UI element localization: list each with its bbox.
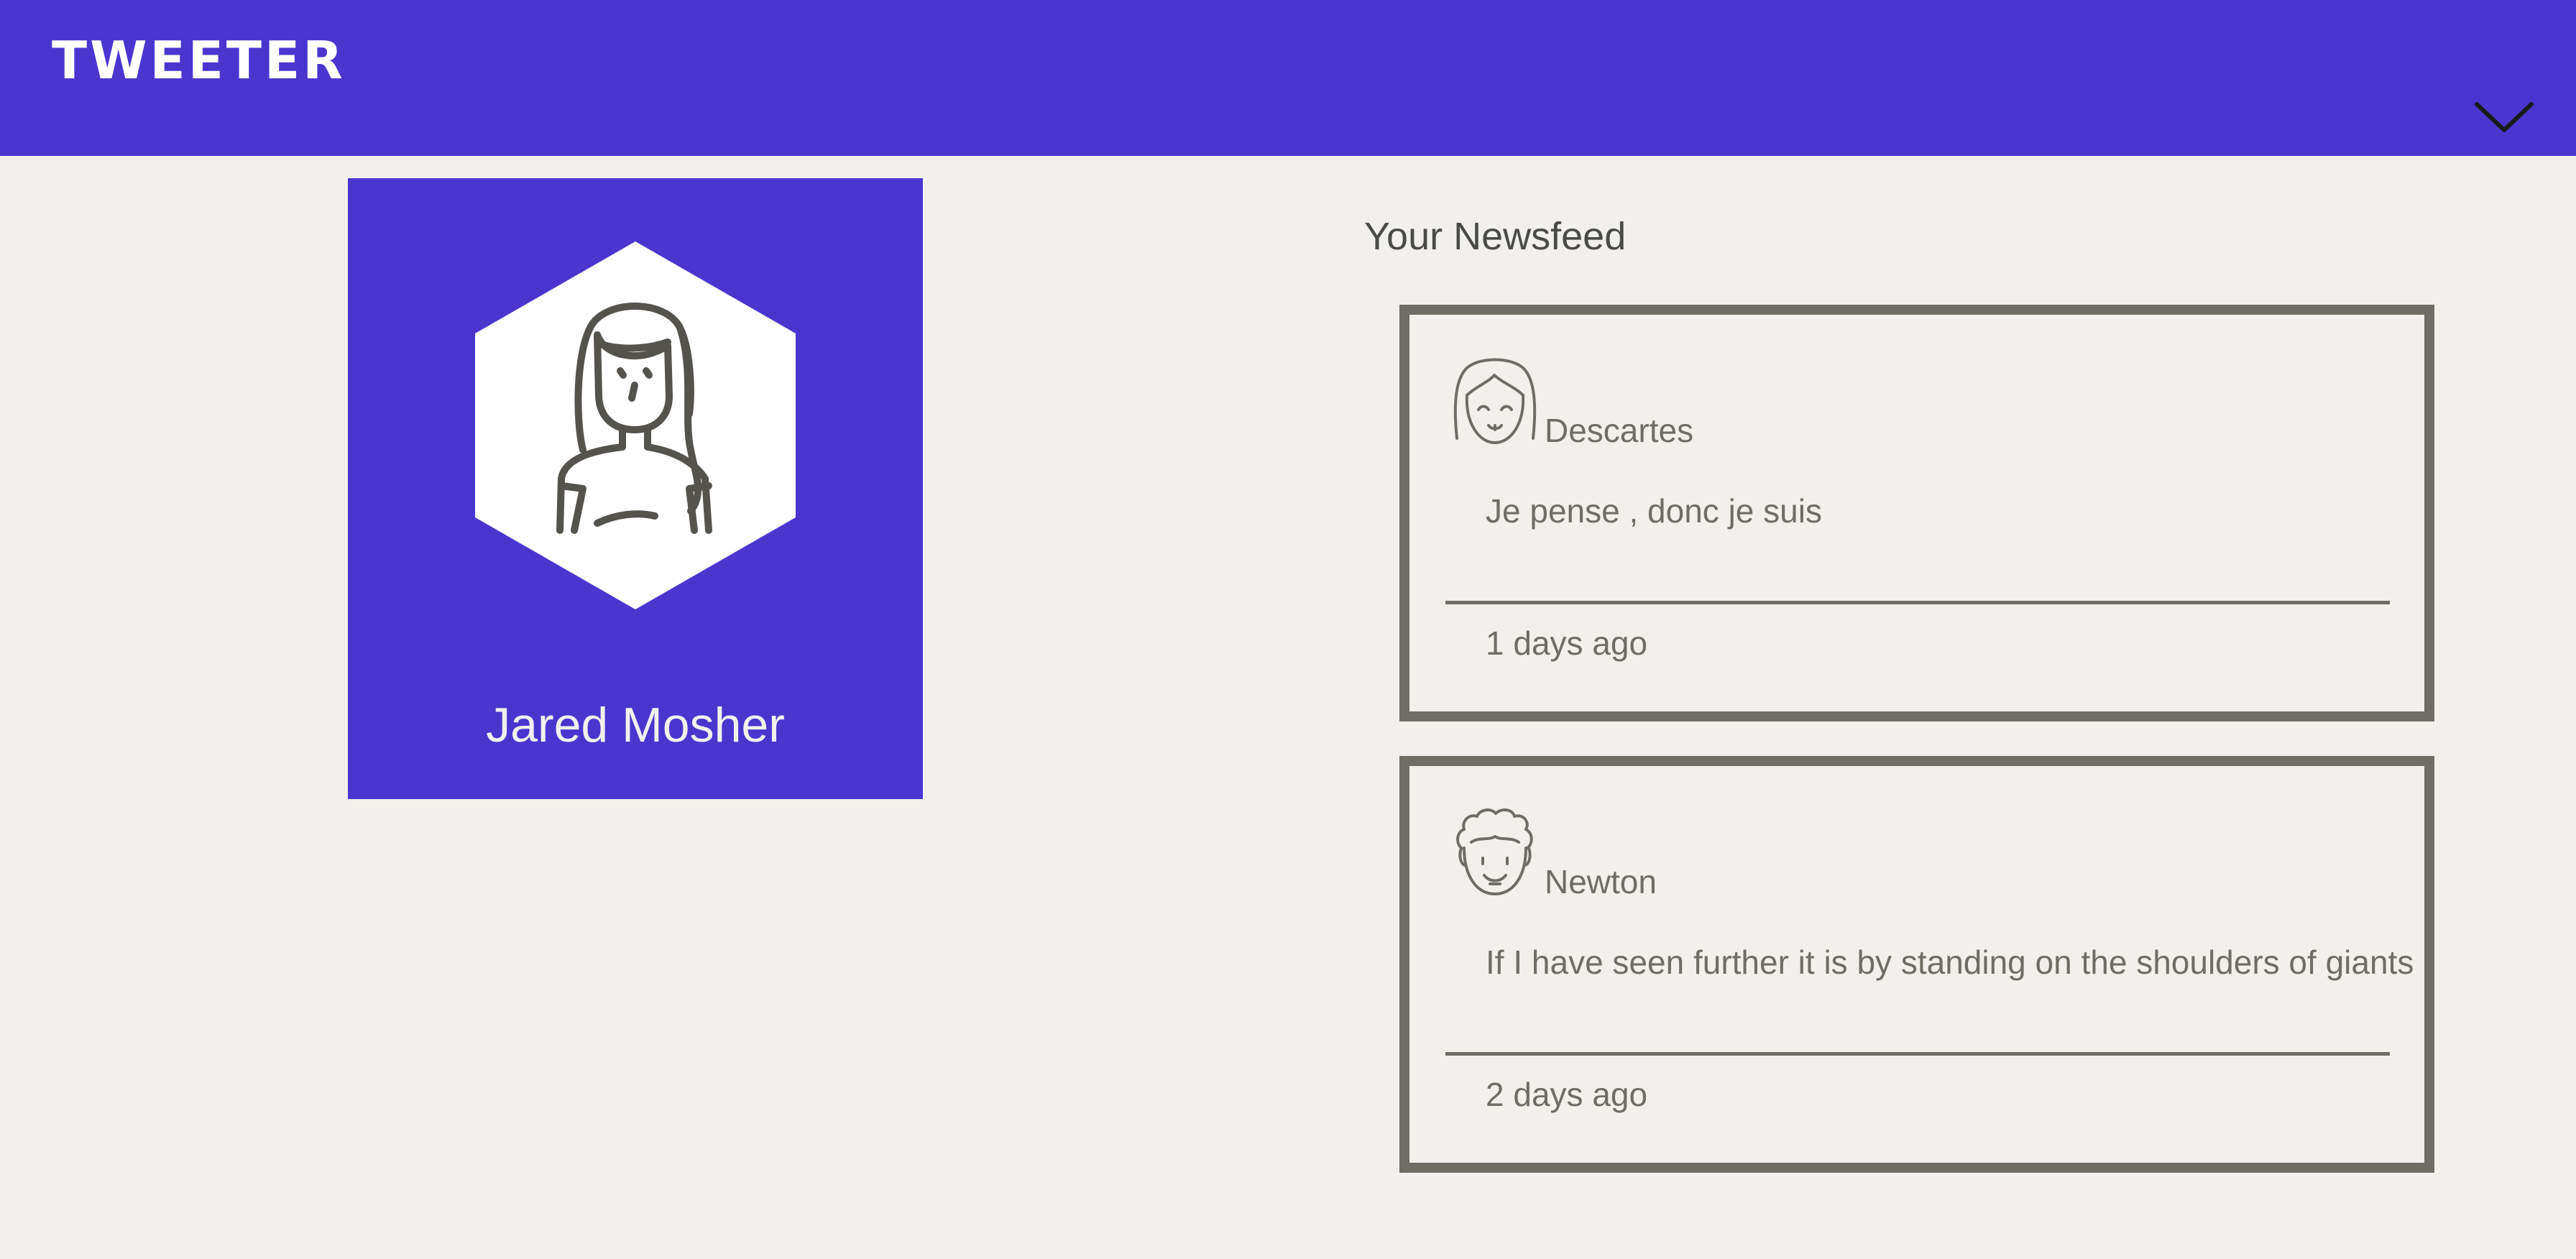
girl-with-bangs-avatar-icon [1453, 358, 1537, 444]
post-text: Je pense , donc je suis [1486, 492, 1822, 530]
app-logo[interactable]: TWEETER [52, 30, 346, 91]
post-text: If I have seen further it is by standing… [1486, 944, 2414, 981]
post-avatar[interactable] [1451, 354, 1539, 451]
post-divider [1445, 601, 2390, 604]
post-author[interactable]: Descartes [1545, 411, 1693, 450]
profile-name[interactable]: Jared Mosher [348, 697, 923, 753]
chevron-down-icon [2475, 102, 2534, 132]
profile-avatar[interactable] [475, 241, 796, 609]
post-card: Descartes Je pense , donc je suis 1 days… [1399, 305, 2434, 721]
top-navigation-bar: TWEETER [0, 0, 2576, 156]
newsfeed-title: Your Newsfeed [1364, 215, 1627, 258]
menu-toggle-button[interactable] [2472, 97, 2536, 137]
post-card: Newton If I have seen further it is by s… [1399, 756, 2434, 1173]
woman-avatar-icon [475, 241, 796, 609]
curly-hair-avatar-icon [1456, 808, 1533, 895]
post-timestamp: 2 days ago [1486, 1076, 1648, 1113]
profile-card: Jared Mosher [348, 178, 923, 799]
post-author[interactable]: Newton [1545, 862, 1657, 901]
post-divider [1445, 1052, 2390, 1056]
post-avatar[interactable] [1451, 805, 1539, 903]
post-timestamp: 1 days ago [1486, 624, 1648, 662]
